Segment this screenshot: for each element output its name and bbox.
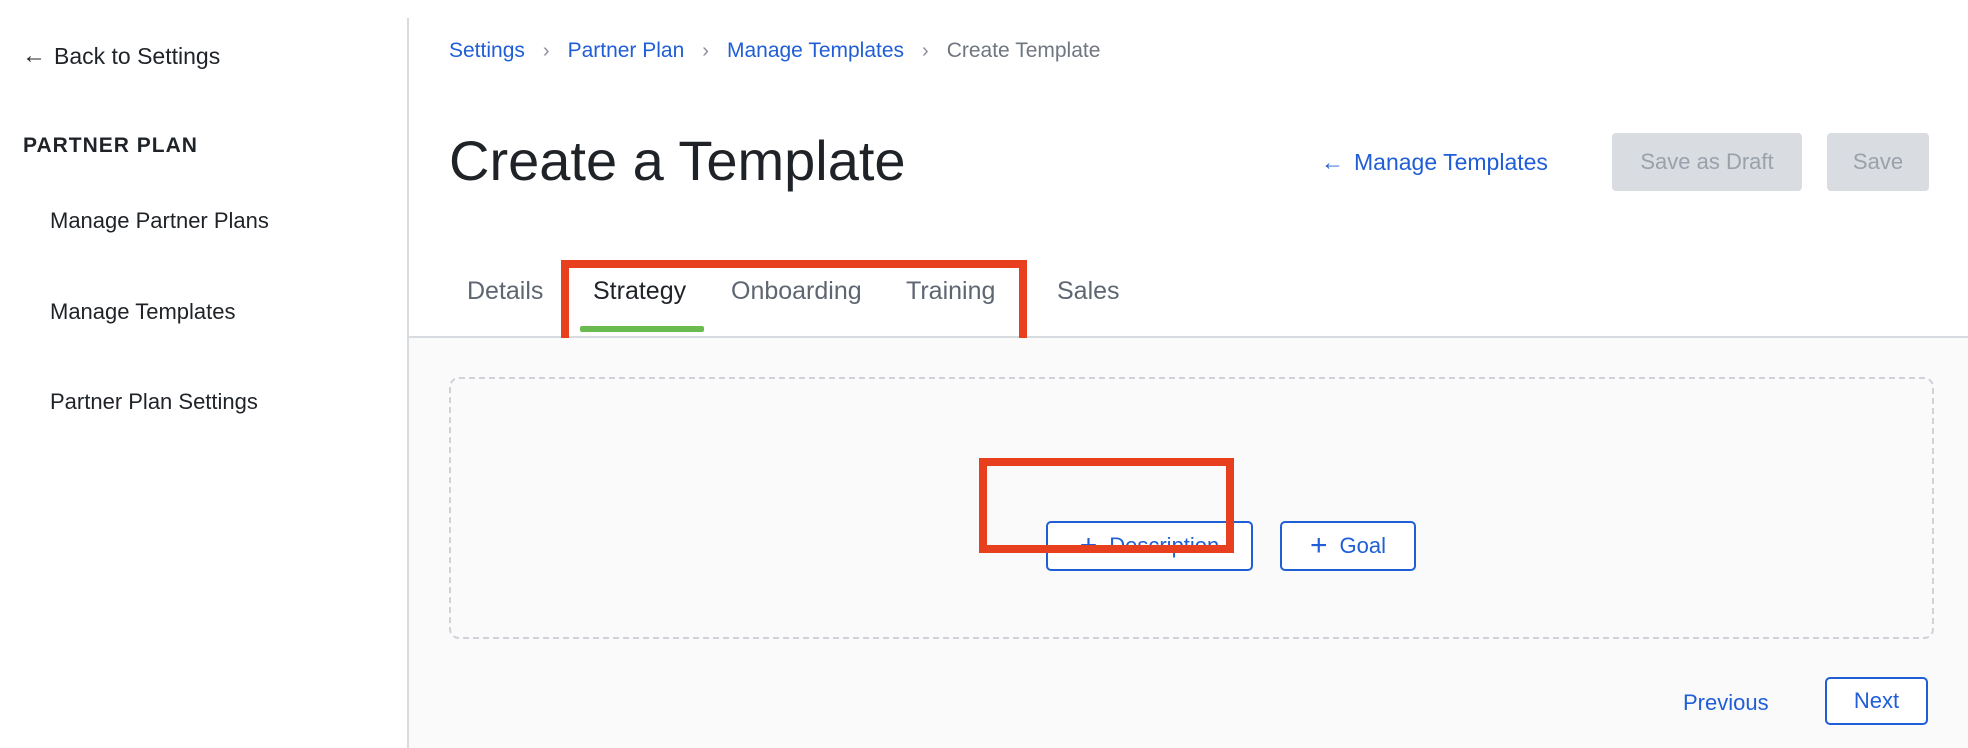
chevron-right-icon: › bbox=[922, 39, 929, 62]
tab-sales[interactable]: Sales bbox=[1057, 277, 1120, 306]
tab-strategy[interactable]: Strategy bbox=[593, 277, 686, 306]
sidebar: ← Back to Settings PARTNER PLAN Manage P… bbox=[0, 0, 407, 748]
tab-training[interactable]: Training bbox=[906, 277, 995, 306]
chevron-right-icon: › bbox=[542, 39, 550, 62]
plus-icon: + bbox=[1309, 529, 1328, 562]
breadcrumb-partner-plan[interactable]: Partner Plan bbox=[568, 39, 685, 63]
sidebar-heading: PARTNER PLAN bbox=[23, 134, 198, 157]
strategy-content: + Description + Goal Previous Next bbox=[409, 338, 1968, 748]
back-to-settings-link[interactable]: ← Back to Settings bbox=[22, 42, 220, 70]
save-as-draft-button[interactable]: Save as Draft bbox=[1612, 133, 1802, 191]
active-tab-indicator bbox=[580, 326, 704, 332]
breadcrumb-create-template: Create Template bbox=[946, 39, 1101, 62]
sidebar-item-manage-templates[interactable]: Manage Templates bbox=[50, 299, 236, 325]
manage-templates-label: Manage Templates bbox=[1354, 149, 1548, 175]
page-title: Create a Template bbox=[449, 129, 906, 192]
add-description-label: Description bbox=[1109, 533, 1220, 558]
manage-templates-link[interactable]: ← Manage Templates bbox=[1321, 149, 1548, 176]
strategy-dropzone: + Description + Goal bbox=[449, 377, 1934, 639]
tab-bar: Details Strategy Onboarding Training Sal… bbox=[409, 270, 1968, 338]
next-button[interactable]: Next bbox=[1825, 677, 1928, 725]
add-goal-label: Goal bbox=[1339, 533, 1386, 558]
add-goal-button[interactable]: + Goal bbox=[1280, 521, 1416, 571]
previous-button[interactable]: Previous bbox=[1683, 690, 1769, 716]
main-panel: Settings › Partner Plan › Manage Templat… bbox=[409, 0, 1968, 748]
plus-icon: + bbox=[1079, 529, 1098, 562]
tab-details[interactable]: Details bbox=[467, 277, 543, 306]
breadcrumb-manage-templates[interactable]: Manage Templates bbox=[727, 39, 904, 63]
add-description-button[interactable]: + Description bbox=[1046, 521, 1253, 571]
arrow-left-icon: ← bbox=[1321, 149, 1344, 175]
arrow-left-icon: ← bbox=[22, 42, 46, 69]
breadcrumb-settings[interactable]: Settings bbox=[449, 39, 525, 63]
chevron-right-icon: › bbox=[702, 39, 709, 62]
sidebar-item-partner-plan-settings[interactable]: Partner Plan Settings bbox=[50, 389, 258, 415]
breadcrumb: Settings › Partner Plan › Manage Templat… bbox=[449, 39, 1100, 63]
back-to-settings-label: Back to Settings bbox=[54, 42, 221, 69]
save-button[interactable]: Save bbox=[1827, 133, 1929, 191]
sidebar-item-manage-partner-plans[interactable]: Manage Partner Plans bbox=[50, 208, 269, 234]
tab-onboarding[interactable]: Onboarding bbox=[731, 277, 862, 306]
